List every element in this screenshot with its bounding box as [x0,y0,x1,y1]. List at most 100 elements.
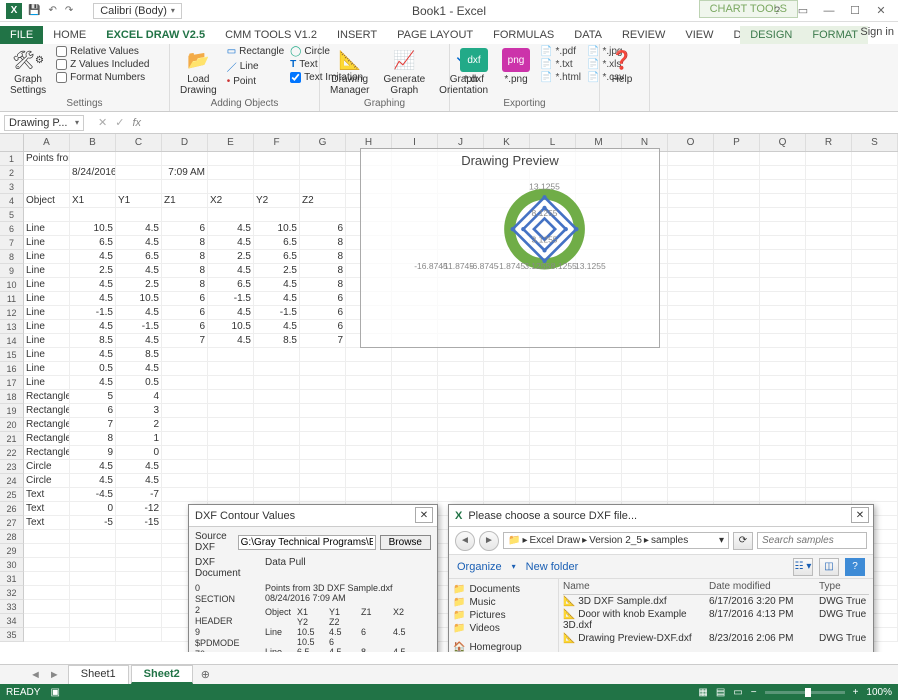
cell[interactable] [208,166,254,180]
cell[interactable] [806,250,852,264]
cell[interactable] [852,292,898,306]
cell[interactable] [162,362,208,376]
cell[interactable]: 4.5 [116,362,162,376]
cell[interactable] [530,376,576,390]
cell[interactable]: 6.5 [254,250,300,264]
cell[interactable] [714,250,760,264]
row-header[interactable]: 6 [0,222,24,236]
cell[interactable] [484,390,530,404]
cell[interactable] [806,236,852,250]
cell[interactable] [530,446,576,460]
row-header[interactable]: 14 [0,334,24,348]
cell[interactable] [438,404,484,418]
point-button[interactable]: •Point [227,76,284,87]
cell[interactable]: 3 [116,404,162,418]
graph-settings-button[interactable]: 🛠⚙Graph Settings [6,46,50,98]
cell[interactable] [668,418,714,432]
col-header-A[interactable]: A [24,134,70,151]
view-options-icon[interactable]: ☷ ▾ [793,558,813,576]
tab-insert[interactable]: INSERT [327,26,387,44]
cell[interactable] [254,488,300,502]
cell[interactable] [254,446,300,460]
cell[interactable] [300,180,346,194]
cell[interactable] [622,348,668,362]
cell[interactable] [714,348,760,362]
cell[interactable] [714,306,760,320]
cell[interactable]: Rectangle [24,390,70,404]
cell[interactable] [24,208,70,222]
new-folder-button[interactable]: New folder [526,561,579,573]
cell[interactable] [392,474,438,488]
cell[interactable] [484,404,530,418]
cell[interactable]: Line [24,362,70,376]
cell[interactable] [484,474,530,488]
cell[interactable] [806,320,852,334]
cell[interactable] [668,264,714,278]
row-header[interactable]: 25 [0,488,24,502]
cell[interactable] [300,418,346,432]
enter-formula-icon[interactable]: ✓ [115,116,124,129]
cell[interactable] [668,488,714,502]
nav-videos[interactable]: 📁Videos [453,622,554,635]
row-header[interactable]: 27 [0,516,24,530]
cell[interactable]: Circle [24,474,70,488]
cell[interactable] [576,488,622,502]
cell[interactable] [852,404,898,418]
cell[interactable] [162,348,208,362]
row-header[interactable]: 19 [0,404,24,418]
cell[interactable] [70,152,116,166]
cell[interactable] [162,474,208,488]
qat-redo-icon[interactable]: ↷ [65,5,73,16]
cell[interactable] [806,194,852,208]
cell[interactable] [484,418,530,432]
cell[interactable] [438,376,484,390]
cell[interactable] [254,460,300,474]
cell[interactable] [806,306,852,320]
cell[interactable] [760,446,806,460]
cell[interactable] [116,166,162,180]
cell[interactable] [622,460,668,474]
cell[interactable] [438,460,484,474]
cell[interactable] [484,348,530,362]
drawing-manager-button[interactable]: 📐Drawing Manager [326,46,373,98]
cell[interactable] [806,222,852,236]
cell[interactable]: X1 [70,194,116,208]
cell[interactable]: 4.5 [208,264,254,278]
row-header[interactable]: 24 [0,474,24,488]
cell[interactable]: -1.5 [254,306,300,320]
macro-record-icon[interactable]: ▣ [50,687,59,698]
cell[interactable] [346,446,392,460]
row-header[interactable]: 28 [0,530,24,544]
cell[interactable] [576,460,622,474]
cell[interactable] [714,390,760,404]
cell[interactable] [714,362,760,376]
cell[interactable] [530,404,576,418]
cell[interactable] [760,236,806,250]
cell[interactable] [208,404,254,418]
cell[interactable]: 8 [300,264,346,278]
load-drawing-button[interactable]: 📂Load Drawing [176,46,221,98]
row-header[interactable]: 20 [0,418,24,432]
cell[interactable]: 8 [70,432,116,446]
cell[interactable] [70,600,116,614]
cell[interactable] [162,418,208,432]
cell[interactable]: Line [24,222,70,236]
tab-formulas[interactable]: FORMULAS [483,26,564,44]
cell[interactable] [208,376,254,390]
cell[interactable] [852,152,898,166]
cell[interactable] [300,348,346,362]
export-png-button[interactable]: png*.png [498,46,534,87]
row-header[interactable]: 29 [0,544,24,558]
cell[interactable]: -4.5 [70,488,116,502]
cell[interactable] [760,362,806,376]
tab-nav-prev-icon[interactable]: ◄ [30,669,41,681]
cell[interactable] [392,418,438,432]
cell[interactable] [162,460,208,474]
cell[interactable] [300,390,346,404]
cell[interactable]: 0 [70,502,116,516]
cell[interactable] [806,376,852,390]
cell[interactable] [852,306,898,320]
cell[interactable] [852,376,898,390]
cell[interactable] [714,152,760,166]
tab-format[interactable]: FORMAT [802,26,868,44]
